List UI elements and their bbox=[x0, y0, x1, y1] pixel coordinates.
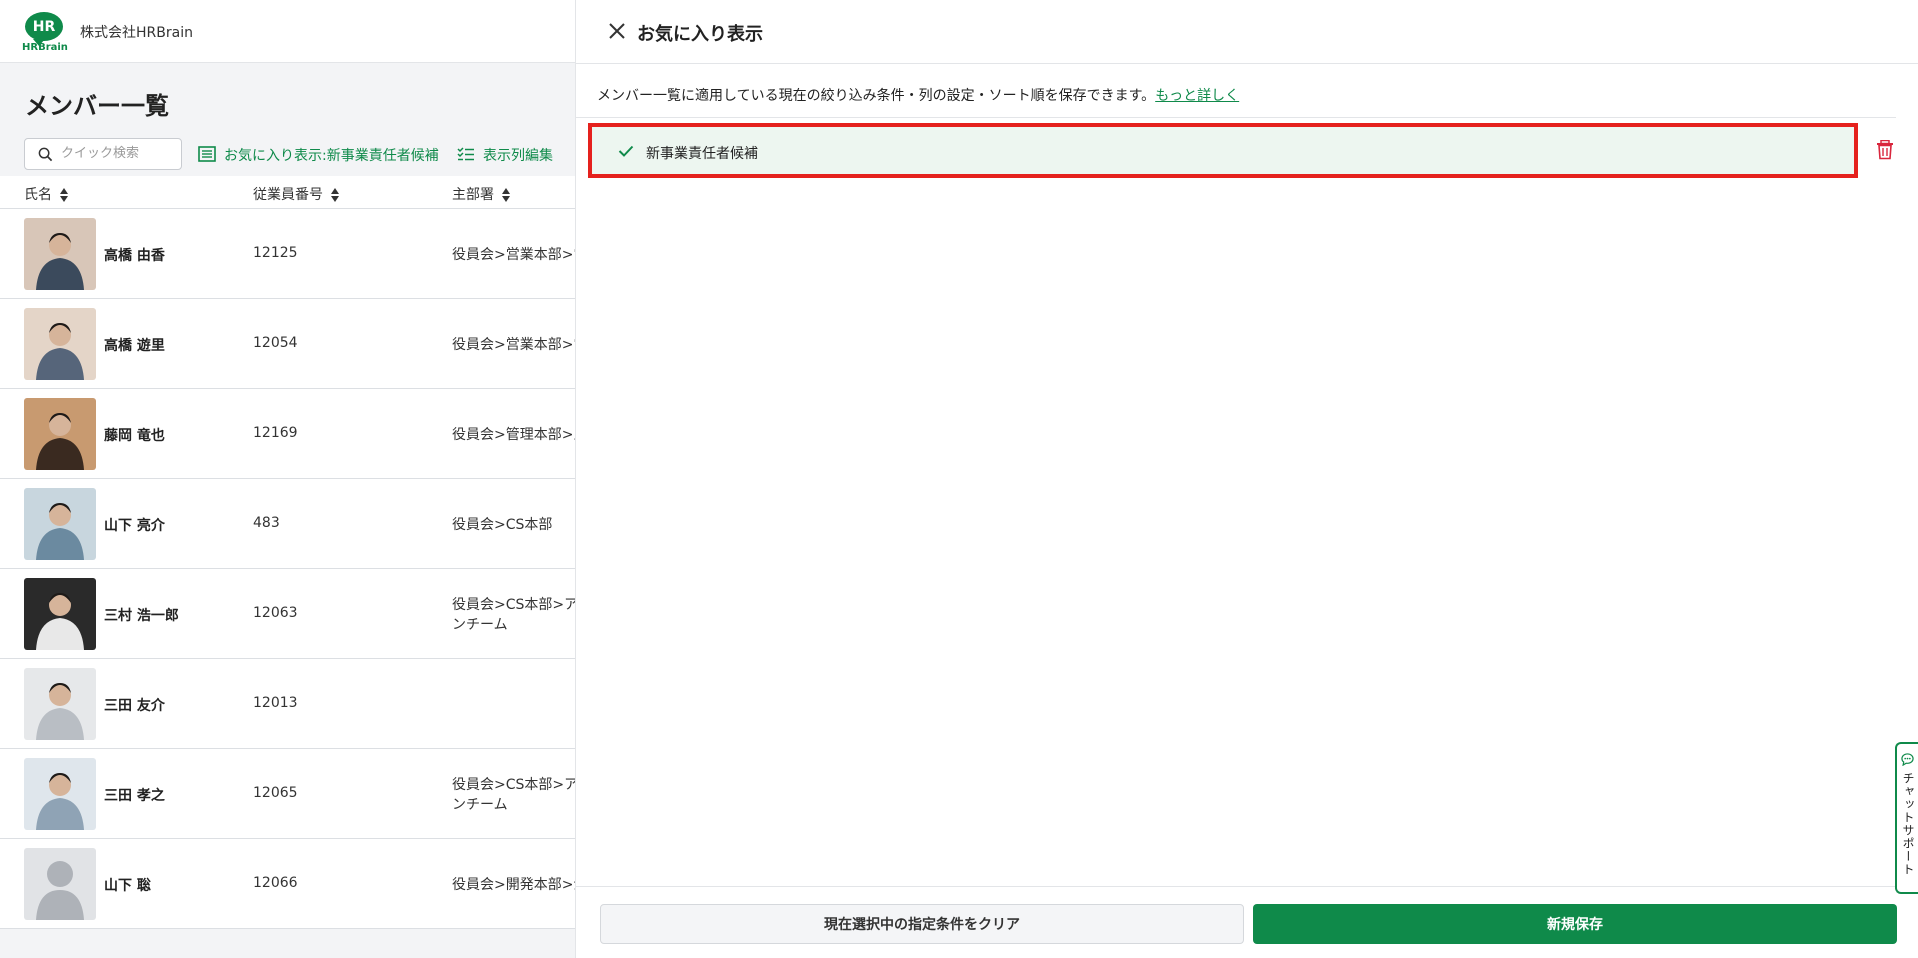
drawer-footer: 現在選択中の指定条件をクリア 新規保存 bbox=[576, 886, 1918, 958]
member-name[interactable]: 山下 聡 bbox=[104, 875, 151, 895]
table-header: 氏名 従業員番号 主部署 bbox=[0, 176, 580, 209]
sort-icon bbox=[60, 188, 68, 202]
edit-columns-button[interactable]: 表示列編集 bbox=[457, 145, 553, 165]
department: 役員会>CS本部>ア ンチーム bbox=[452, 595, 578, 635]
favorite-view-label: お気に入り表示:新事業責任者候補 bbox=[224, 148, 439, 164]
close-button[interactable] bbox=[607, 21, 627, 41]
description-text: メンバー一覧に適用している現在の絞り込み条件・列の設定・ソート順を保存できます。 bbox=[597, 88, 1156, 104]
employee-number: 12169 bbox=[253, 425, 298, 441]
page-title: メンバー一覧 bbox=[25, 92, 169, 120]
table-row[interactable]: 三田 友介 12013 bbox=[0, 659, 580, 749]
checklist-icon bbox=[457, 147, 474, 161]
department: 役員会>営業本部>営 bbox=[452, 335, 587, 355]
department-line: 役員会>営業本部>営 bbox=[452, 337, 588, 353]
company-name: 株式会社HRBrain bbox=[80, 25, 193, 41]
department: 役員会>CS本部 bbox=[452, 515, 552, 535]
avatar bbox=[24, 668, 96, 740]
delete-favorite-button[interactable] bbox=[1876, 139, 1894, 160]
table-row[interactable]: 高橋 遊里 12054 役員会>営業本部>営 bbox=[0, 299, 587, 389]
table-row[interactable]: 藤岡 竜也 12169 役員会>管理本部>人 bbox=[0, 389, 587, 479]
favorites-drawer: お気に入り表示 メンバー一覧に適用している現在の絞り込み条件・列の設定・ソート順… bbox=[575, 0, 1918, 958]
avatar bbox=[24, 398, 96, 470]
department: 役員会>開発本部>企 bbox=[452, 875, 587, 895]
department-line: ンチーム bbox=[452, 617, 508, 633]
department-line: ンチーム bbox=[452, 797, 508, 813]
chat-icon bbox=[1901, 753, 1914, 766]
search-icon bbox=[38, 147, 53, 162]
sort-icon bbox=[502, 188, 510, 202]
member-name[interactable]: 山下 亮介 bbox=[104, 515, 165, 535]
drawer-header: お気に入り表示 bbox=[576, 0, 1918, 64]
drawer-title: お気に入り表示 bbox=[637, 24, 763, 45]
employee-number: 12066 bbox=[253, 875, 298, 891]
member-name[interactable]: 高橋 由香 bbox=[104, 245, 165, 265]
table-row[interactable]: 山下 亮介 483 役員会>CS本部 bbox=[0, 479, 580, 569]
table-row[interactable]: 三村 浩一郎 12063 役員会>CS本部>ア ンチーム bbox=[0, 569, 580, 659]
column-header-department[interactable]: 主部署 bbox=[452, 184, 510, 204]
avatar bbox=[24, 578, 96, 650]
avatar bbox=[24, 758, 96, 830]
column-header-employee-number[interactable]: 従業員番号 bbox=[253, 184, 339, 204]
avatar bbox=[24, 488, 96, 560]
department-line: 役員会>開発本部>企 bbox=[452, 877, 588, 893]
employee-number: 483 bbox=[253, 515, 280, 531]
member-name[interactable]: 三村 浩一郎 bbox=[104, 605, 179, 625]
member-name[interactable]: 高橋 遊里 bbox=[104, 335, 165, 355]
logo-mark: HR bbox=[25, 12, 63, 46]
logo-text: HRBrain bbox=[22, 42, 68, 53]
table-body: 高橋 由香 12125 役員会>営業本部>営 高橋 遊里 12054 役員会>営業本部>営… bbox=[0, 209, 587, 929]
employee-number: 12063 bbox=[253, 605, 298, 621]
check-icon bbox=[618, 145, 634, 157]
department: 役員会>営業本部>営 bbox=[452, 245, 587, 265]
avatar bbox=[24, 848, 96, 920]
employee-number: 12013 bbox=[253, 695, 298, 711]
member-name[interactable]: 三田 孝之 bbox=[104, 785, 165, 805]
member-table: 氏名 従業員番号 主部署 高橋 由香 12125 役員会>営業本部>営 高橋 遊里 12… bbox=[0, 176, 587, 929]
department-line: 役員会>CS本部>ア bbox=[452, 777, 579, 793]
column-label: 氏名 bbox=[24, 187, 52, 203]
trash-icon bbox=[1877, 139, 1893, 160]
favorite-item-label: 新事業責任者候補 bbox=[646, 146, 758, 162]
chat-support-label: チャットサポート bbox=[1901, 772, 1915, 876]
search-input[interactable]: クイック検索 bbox=[24, 138, 182, 170]
member-name[interactable]: 三田 友介 bbox=[104, 695, 165, 715]
department-line: 役員会>CS本部>ア bbox=[452, 597, 579, 613]
avatar bbox=[24, 218, 96, 290]
favorite-item[interactable]: 新事業責任者候補 bbox=[588, 123, 1858, 178]
edit-columns-label: 表示列編集 bbox=[483, 148, 553, 164]
column-label: 従業員番号 bbox=[253, 187, 323, 203]
member-name[interactable]: 藤岡 竜也 bbox=[104, 425, 165, 445]
table-row[interactable]: 高橋 由香 12125 役員会>営業本部>営 bbox=[0, 209, 587, 299]
new-save-button[interactable]: 新規保存 bbox=[1253, 904, 1897, 944]
learn-more-link[interactable]: もっと詳しく bbox=[1155, 88, 1239, 104]
department: 役員会>CS本部>ア ンチーム bbox=[452, 775, 578, 815]
department: 役員会>管理本部>人 bbox=[452, 425, 587, 445]
table-row[interactable]: 山下 聡 12066 役員会>開発本部>企 bbox=[0, 839, 587, 929]
drawer-description: メンバー一覧に適用している現在の絞り込み条件・列の設定・ソート順を保存できます。… bbox=[597, 85, 1239, 105]
divider bbox=[576, 117, 1896, 118]
close-icon bbox=[609, 23, 625, 39]
sort-icon bbox=[331, 188, 339, 202]
table-row[interactable]: 三田 孝之 12065 役員会>CS本部>ア ンチーム bbox=[0, 749, 580, 839]
list-icon bbox=[198, 146, 216, 162]
department-line: 役員会>CS本部 bbox=[452, 517, 553, 533]
clear-conditions-button[interactable]: 現在選択中の指定条件をクリア bbox=[600, 904, 1244, 944]
employee-number: 12125 bbox=[253, 245, 298, 261]
employee-number: 12054 bbox=[253, 335, 298, 351]
toolbar: クイック検索 お気に入り表示:新事業責任者候補 表示列編集 bbox=[0, 136, 600, 174]
department-line: 役員会>管理本部>人 bbox=[452, 427, 588, 443]
employee-number: 12065 bbox=[253, 785, 298, 801]
favorite-view-button[interactable]: お気に入り表示:新事業責任者候補 bbox=[198, 145, 439, 165]
column-header-name[interactable]: 氏名 bbox=[24, 184, 68, 204]
department-line: 役員会>営業本部>営 bbox=[452, 247, 588, 263]
search-placeholder: クイック検索 bbox=[61, 146, 140, 161]
hrbrain-logo[interactable]: HR HRBrain bbox=[22, 12, 68, 54]
column-label: 主部署 bbox=[452, 187, 494, 203]
chat-support-button[interactable]: チャットサポート bbox=[1895, 742, 1918, 894]
avatar bbox=[24, 308, 96, 380]
